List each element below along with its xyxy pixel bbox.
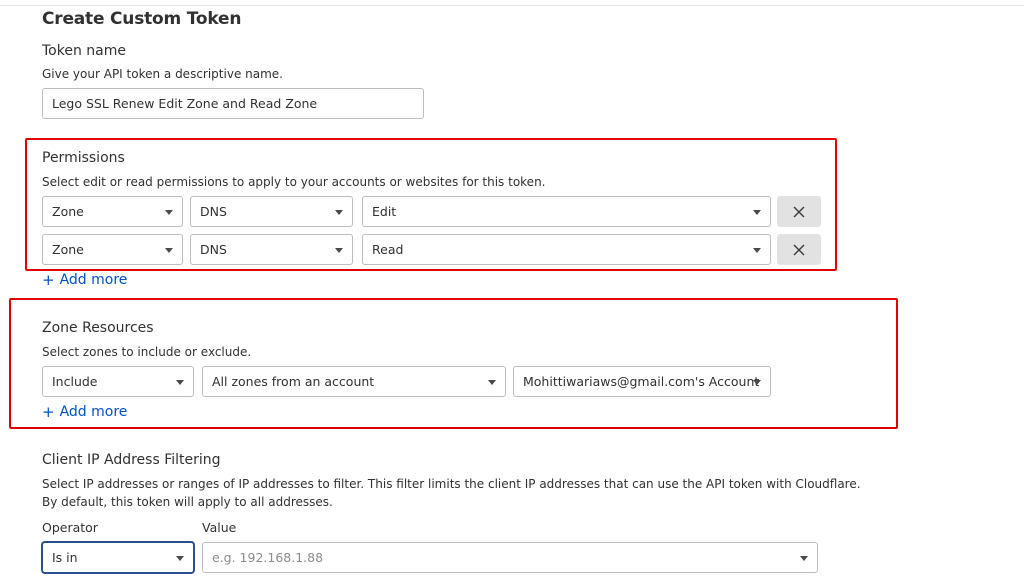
zone-scope-select[interactable]: All zones from an account xyxy=(202,366,506,397)
zone-account-value: Mohittiwariaws@gmail.com's Account xyxy=(523,374,760,389)
chevron-down-icon xyxy=(165,248,173,253)
permission-scope-select[interactable]: Zone xyxy=(42,196,183,227)
zone-resources-description: Select zones to include or exclude. xyxy=(42,345,252,359)
permission-scope-value: Zone xyxy=(52,204,84,219)
operator-value: Is in xyxy=(52,550,78,565)
zone-include-select[interactable]: Include xyxy=(42,366,194,397)
permission-resource-select[interactable]: DNS xyxy=(190,234,353,265)
permission-scope-select[interactable]: Zone xyxy=(42,234,183,265)
zone-scope-value: All zones from an account xyxy=(212,374,375,389)
zone-resources-label: Zone Resources xyxy=(42,320,154,336)
chevron-down-icon xyxy=(335,248,343,253)
ip-value-input[interactable]: e.g. 192.168.1.88 xyxy=(202,542,818,573)
add-more-permissions-link[interactable]: + Add more xyxy=(42,271,127,289)
page-title: Create Custom Token xyxy=(42,9,242,29)
chevron-down-icon xyxy=(176,556,184,561)
permission-access-select[interactable]: Read xyxy=(362,234,771,265)
permissions-description: Select edit or read permissions to apply… xyxy=(42,175,546,189)
add-more-zone-resources-link[interactable]: + Add more xyxy=(42,403,127,421)
zone-account-select[interactable]: Mohittiwariaws@gmail.com's Account xyxy=(513,366,771,397)
close-icon xyxy=(793,244,805,255)
chevron-down-icon xyxy=(753,210,761,215)
chevron-down-icon xyxy=(753,380,761,385)
top-divider xyxy=(0,5,1024,6)
chevron-down-icon xyxy=(165,210,173,215)
permissions-label: Permissions xyxy=(42,150,125,166)
chevron-down-icon xyxy=(800,556,808,561)
permission-access-select[interactable]: Edit xyxy=(362,196,771,227)
close-icon xyxy=(793,206,805,217)
remove-permission-button[interactable] xyxy=(777,196,821,227)
add-more-label: Add more xyxy=(59,404,128,420)
add-more-label: Add more xyxy=(59,272,128,288)
chevron-down-icon xyxy=(753,248,761,253)
token-name-input[interactable]: Lego SSL Renew Edit Zone and Read Zone xyxy=(42,88,424,119)
chevron-down-icon xyxy=(488,380,496,385)
ip-filtering-label: Client IP Address Filtering xyxy=(42,452,221,468)
ip-filtering-description-line2: By default, this token will apply to all… xyxy=(42,495,333,509)
zone-resources-highlight-box xyxy=(9,298,898,429)
token-name-value: Lego SSL Renew Edit Zone and Read Zone xyxy=(52,96,318,111)
permission-resource-value: DNS xyxy=(200,204,227,219)
permission-access-value: Edit xyxy=(372,204,397,219)
value-label: Value xyxy=(202,520,237,535)
chevron-down-icon xyxy=(176,380,184,385)
ip-value-placeholder: e.g. 192.168.1.88 xyxy=(212,550,324,565)
chevron-down-icon xyxy=(335,210,343,215)
zone-include-value: Include xyxy=(52,374,98,389)
permission-resource-select[interactable]: DNS xyxy=(190,196,353,227)
plus-icon: + xyxy=(42,403,55,421)
remove-permission-button[interactable] xyxy=(777,234,821,265)
operator-label: Operator xyxy=(42,520,98,535)
permission-resource-value: DNS xyxy=(200,242,227,257)
ip-filtering-description-line1: Select IP addresses or ranges of IP addr… xyxy=(42,477,861,491)
token-name-description: Give your API token a descriptive name. xyxy=(42,67,283,81)
permission-access-value: Read xyxy=(372,242,404,257)
plus-icon: + xyxy=(42,271,55,289)
token-name-label: Token name xyxy=(42,43,126,59)
permission-scope-value: Zone xyxy=(52,242,84,257)
operator-select[interactable]: Is in xyxy=(42,542,194,573)
